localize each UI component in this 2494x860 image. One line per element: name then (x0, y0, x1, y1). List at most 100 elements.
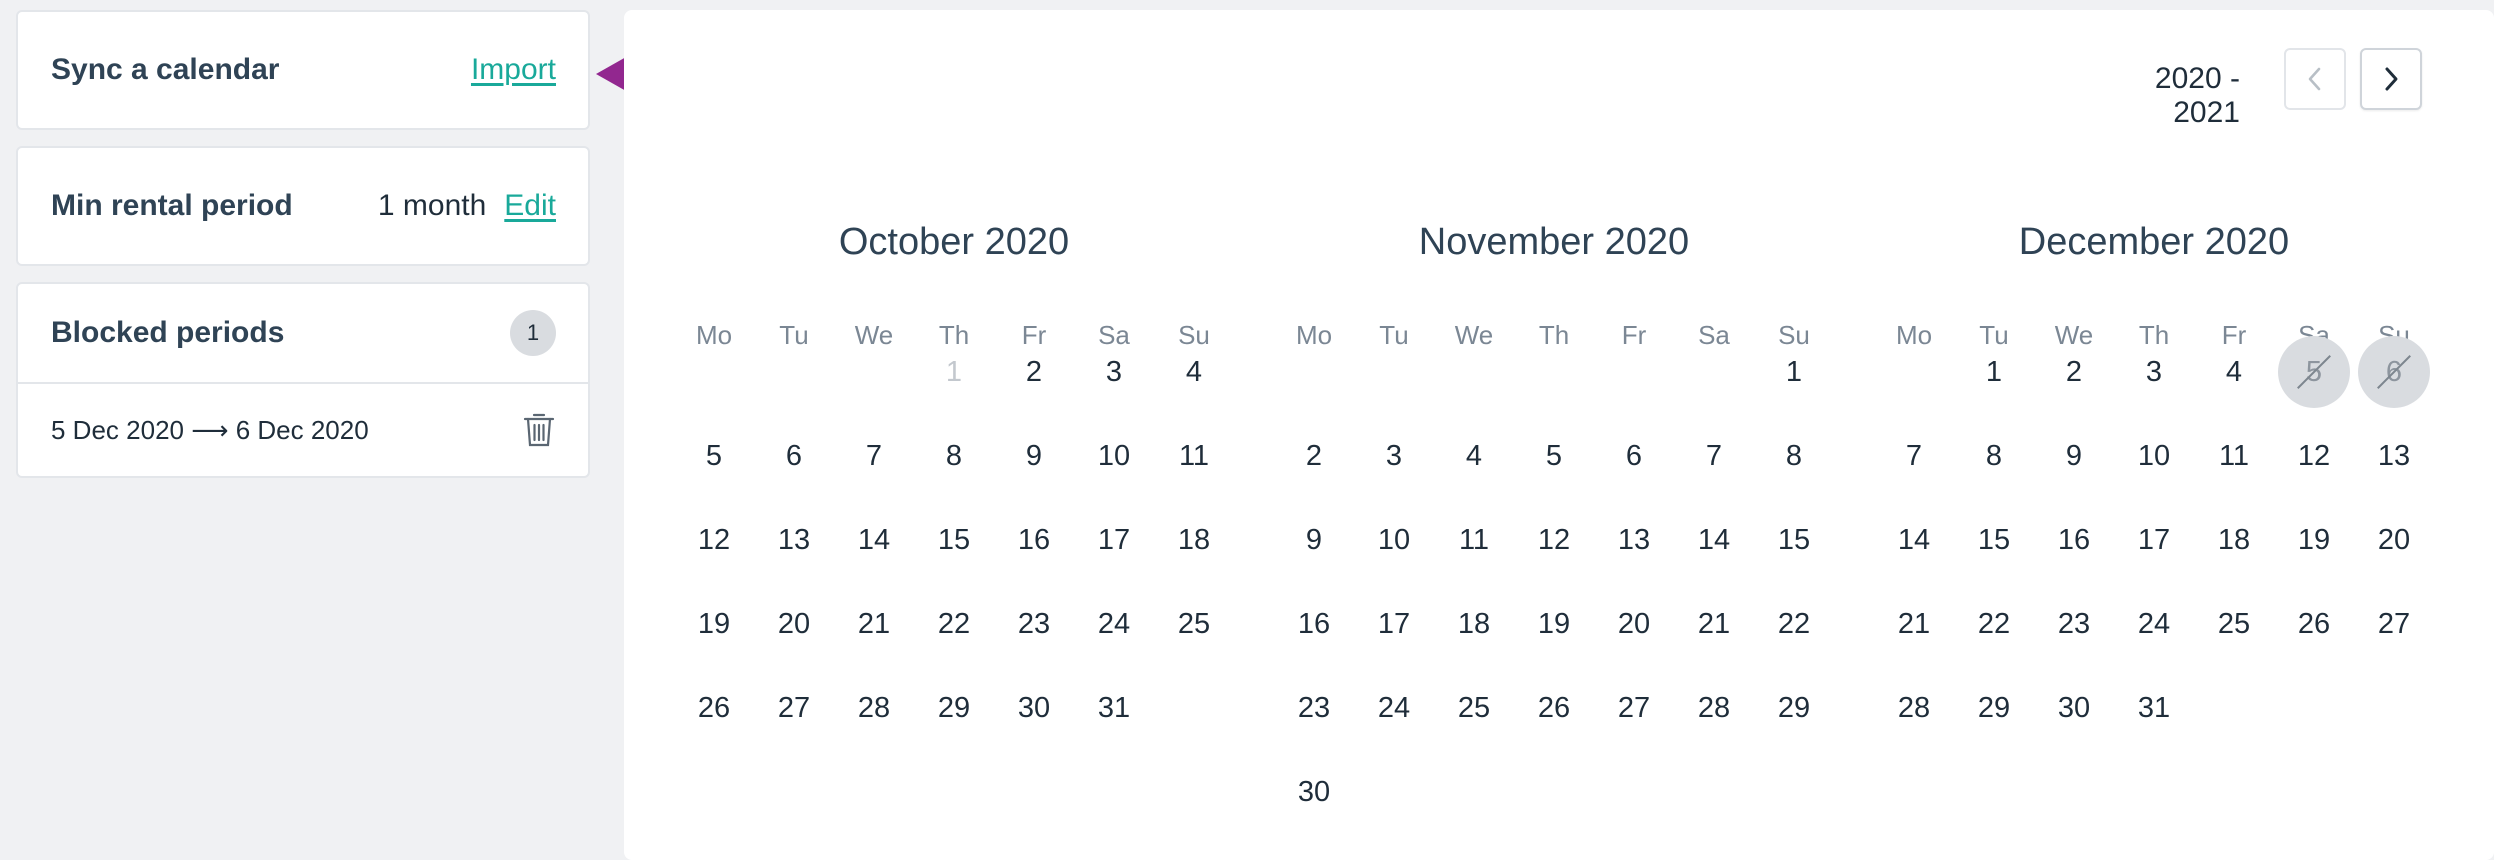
calendar-day[interactable]: 7 (1674, 420, 1754, 492)
calendar-day[interactable]: 16 (2034, 504, 2114, 576)
calendar-day[interactable]: 9 (994, 420, 1074, 492)
calendar-day[interactable]: 12 (674, 504, 754, 576)
calendar-day[interactable]: 24 (2114, 588, 2194, 660)
calendar-day[interactable]: 20 (2354, 504, 2434, 576)
calendar-day[interactable]: 25 (1434, 672, 1514, 744)
calendar-day[interactable]: 20 (1594, 588, 1674, 660)
calendar-day[interactable]: 8 (914, 420, 994, 492)
calendar-day[interactable]: 4 (1434, 420, 1514, 492)
calendar-day[interactable]: 29 (1754, 672, 1834, 744)
calendar-day[interactable]: 10 (2114, 420, 2194, 492)
calendar-day[interactable]: 21 (1874, 588, 1954, 660)
calendar-day[interactable]: 8 (1754, 420, 1834, 492)
calendar-day[interactable]: 13 (754, 504, 834, 576)
calendar-day[interactable]: 19 (674, 588, 754, 660)
calendar-day-blocked[interactable]: 6 (2354, 336, 2434, 408)
calendar-day[interactable]: 6 (754, 420, 834, 492)
calendar-day[interactable]: 17 (1074, 504, 1154, 576)
weekday-label: Mo (1295, 320, 1333, 350)
calendar-day[interactable]: 5 (1514, 420, 1594, 492)
calendar-day[interactable]: 18 (1154, 504, 1234, 576)
calendar-day[interactable]: 15 (1954, 504, 2034, 576)
calendar-day[interactable]: 9 (1274, 504, 1354, 576)
calendar-day[interactable]: 27 (2354, 588, 2434, 660)
calendar-day[interactable]: 29 (1954, 672, 2034, 744)
next-month-button[interactable] (2360, 48, 2422, 110)
calendar-day[interactable]: 23 (994, 588, 1074, 660)
calendar-day[interactable]: 27 (754, 672, 834, 744)
calendar-day[interactable]: 14 (834, 504, 914, 576)
calendar-day[interactable]: 15 (1754, 504, 1834, 576)
calendar-day[interactable]: 11 (1154, 420, 1234, 492)
calendar-day[interactable]: 30 (1274, 756, 1354, 828)
calendar-day[interactable]: 16 (1274, 588, 1354, 660)
calendar-day[interactable]: 2 (2034, 336, 2114, 408)
calendar-day[interactable]: 15 (914, 504, 994, 576)
calendar-day[interactable]: 26 (674, 672, 754, 744)
calendar-day[interactable]: 14 (1874, 504, 1954, 576)
calendar-day[interactable]: 9 (2034, 420, 2114, 492)
calendar-day[interactable]: 23 (2034, 588, 2114, 660)
calendar-day[interactable]: 7 (834, 420, 914, 492)
calendar-day[interactable]: 31 (2114, 672, 2194, 744)
calendar-day-blocked[interactable]: 5 (2274, 336, 2354, 408)
calendar-day[interactable]: 5 (674, 420, 754, 492)
import-link[interactable]: Import (471, 53, 556, 87)
calendar-day[interactable]: 11 (2194, 420, 2274, 492)
calendar-day[interactable]: 19 (2274, 504, 2354, 576)
calendar-day[interactable]: 29 (914, 672, 994, 744)
calendar-day[interactable]: 1 (1954, 336, 2034, 408)
calendar-day[interactable]: 18 (1434, 588, 1514, 660)
calendar-day[interactable]: 1 (1754, 336, 1834, 408)
calendar-day[interactable]: 26 (2274, 588, 2354, 660)
calendar-day[interactable]: 8 (1954, 420, 2034, 492)
calendar-day[interactable]: 30 (994, 672, 1074, 744)
calendar-day[interactable]: 28 (1674, 672, 1754, 744)
calendar-day[interactable]: 18 (2194, 504, 2274, 576)
calendar-day[interactable]: 24 (1074, 588, 1154, 660)
calendar-day[interactable]: 21 (1674, 588, 1754, 660)
calendar-day[interactable]: 22 (1954, 588, 2034, 660)
trash-icon[interactable] (522, 411, 556, 449)
calendar-day[interactable]: 27 (1594, 672, 1674, 744)
calendar-day[interactable]: 26 (1514, 672, 1594, 744)
calendar-day[interactable]: 25 (2194, 588, 2274, 660)
calendar-day[interactable]: 16 (994, 504, 1074, 576)
calendar-day[interactable]: 7 (1874, 420, 1954, 492)
calendar-day[interactable]: 31 (1074, 672, 1154, 744)
edit-min-rental-link[interactable]: Edit (504, 189, 556, 223)
day-number: 26 (2297, 607, 2331, 640)
calendar-day[interactable]: 13 (2354, 420, 2434, 492)
calendar-day[interactable]: 14 (1674, 504, 1754, 576)
calendar-day[interactable]: 24 (1354, 672, 1434, 744)
calendar-day[interactable]: 17 (1354, 588, 1434, 660)
calendar-day[interactable]: 10 (1074, 420, 1154, 492)
calendar-day[interactable]: 3 (1354, 420, 1434, 492)
calendar-day[interactable]: 13 (1594, 504, 1674, 576)
calendar-day[interactable]: 12 (2274, 420, 2354, 492)
day-number: 19 (697, 607, 731, 640)
calendar-day[interactable]: 4 (2194, 336, 2274, 408)
calendar-day[interactable]: 28 (1874, 672, 1954, 744)
calendar-day[interactable]: 22 (1754, 588, 1834, 660)
calendar-day[interactable]: 10 (1354, 504, 1434, 576)
calendar-day[interactable]: 12 (1514, 504, 1594, 576)
calendar-day[interactable]: 19 (1514, 588, 1594, 660)
calendar-day[interactable]: 3 (1074, 336, 1154, 408)
calendar-day[interactable]: 20 (754, 588, 834, 660)
blocked-periods-card: Blocked periods 1 5 Dec 2020 ⟶ 6 Dec 202… (16, 282, 590, 478)
calendar-day[interactable]: 30 (2034, 672, 2114, 744)
calendar-day[interactable]: 17 (2114, 504, 2194, 576)
calendar-day[interactable]: 28 (834, 672, 914, 744)
calendar-day[interactable]: 3 (2114, 336, 2194, 408)
calendar-day[interactable]: 6 (1594, 420, 1674, 492)
calendar-day[interactable]: 25 (1154, 588, 1234, 660)
calendar-day[interactable]: 11 (1434, 504, 1514, 576)
calendar-day[interactable]: 2 (1274, 420, 1354, 492)
calendar-day[interactable]: 4 (1154, 336, 1234, 408)
calendar-day[interactable]: 2 (994, 336, 1074, 408)
calendar-day[interactable]: 23 (1274, 672, 1354, 744)
calendar-day[interactable]: 21 (834, 588, 914, 660)
prev-month-button[interactable] (2284, 48, 2346, 110)
calendar-day[interactable]: 22 (914, 588, 994, 660)
